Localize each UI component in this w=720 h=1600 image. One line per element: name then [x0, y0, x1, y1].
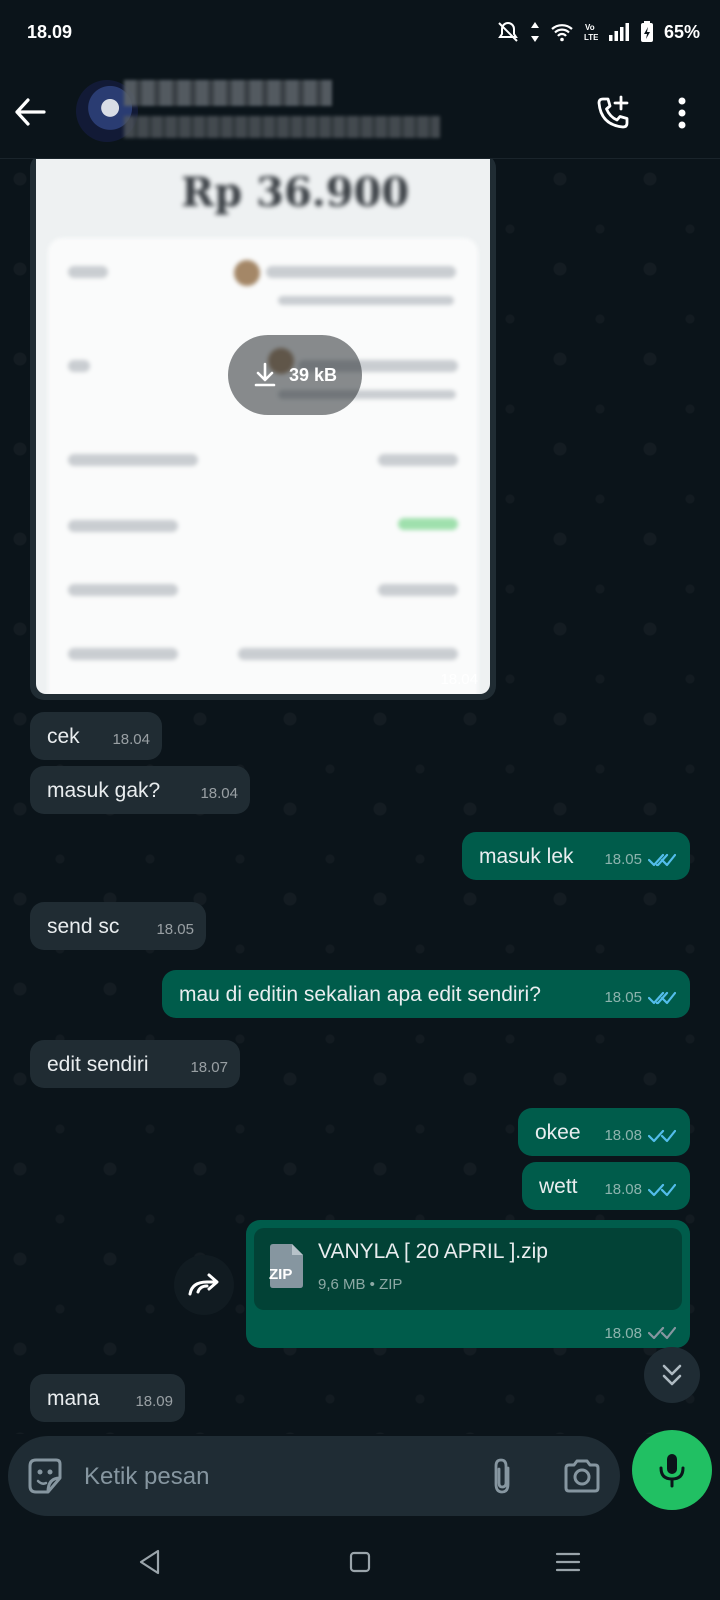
chat-header	[0, 68, 720, 159]
receipt-card	[48, 238, 478, 694]
message-bubble-incoming[interactable]: cek 18.04	[30, 712, 162, 760]
signal-icon	[608, 23, 629, 41]
system-navigation-bar	[0, 1524, 720, 1600]
volte-icon: VoLTE	[584, 23, 598, 42]
double-check-read-icon	[648, 1183, 676, 1197]
status-icons: Vo LTE 65%	[496, 20, 700, 44]
double-check-read-icon	[648, 853, 676, 867]
battery-icon	[640, 21, 653, 42]
file-name: VANYLA [ 20 APRIL ].zip	[318, 1240, 548, 1263]
arrow-left-icon	[15, 98, 46, 126]
forward-icon	[188, 1273, 219, 1296]
sticker-button[interactable]	[26, 1456, 66, 1496]
message-time: 18.05	[604, 847, 676, 873]
image-message-time: 18.04	[440, 671, 478, 688]
message-bubble-incoming[interactable]: masuk gak? 18.04	[30, 766, 250, 814]
camera-button[interactable]	[560, 1454, 604, 1498]
message-text: mana	[47, 1387, 100, 1410]
file-card[interactable]: ZIP VANYLA [ 20 APRIL ].zip 9,6 MB • ZIP	[254, 1228, 682, 1310]
message-bubble-incoming[interactable]: send sc 18.05	[30, 902, 206, 950]
contact-status-redacted	[124, 116, 440, 138]
back-button[interactable]	[10, 90, 50, 134]
more-vert-icon	[678, 97, 686, 129]
sticker-icon	[28, 1458, 62, 1494]
chevron-double-down-icon	[662, 1364, 682, 1386]
message-time: 18.04	[112, 731, 150, 748]
chat-area[interactable]: Rp 36.900 18.04 39 kB cek 18.04 masuk ga…	[0, 159, 720, 1434]
add-call-button[interactable]	[590, 90, 636, 136]
scroll-to-bottom-button[interactable]	[644, 1347, 700, 1403]
forward-button[interactable]	[174, 1255, 234, 1315]
paperclip-icon	[494, 1458, 510, 1494]
attach-button[interactable]	[482, 1456, 522, 1496]
message-text: masuk gak?	[47, 779, 161, 802]
svg-text:Vo: Vo	[585, 23, 595, 32]
nav-home-button[interactable]	[342, 1544, 378, 1580]
more-options-button[interactable]	[660, 90, 704, 136]
bell-off-icon	[498, 21, 518, 42]
download-image-button[interactable]: 39 kB	[228, 335, 362, 415]
file-info: 9,6 MB • ZIP	[318, 1276, 403, 1293]
message-text: wett	[539, 1175, 578, 1198]
wifi-icon	[551, 24, 573, 42]
message-time: 18.08	[604, 1324, 676, 1342]
message-time: 18.07	[190, 1059, 228, 1076]
add-call-icon	[597, 95, 629, 129]
message-time: 18.05	[156, 921, 194, 938]
message-bubble-outgoing[interactable]: okee 18.08	[518, 1108, 690, 1156]
download-icon	[254, 362, 276, 387]
status-bar: 18.09 Vo LTE 65%	[0, 0, 720, 68]
download-size: 39 kB	[288, 364, 338, 385]
microphone-icon	[659, 1454, 685, 1488]
message-text: okee	[535, 1121, 581, 1144]
message-input[interactable]	[82, 1456, 466, 1498]
file-message[interactable]: ZIP VANYLA [ 20 APRIL ].zip 9,6 MB • ZIP…	[246, 1220, 690, 1348]
zip-label: ZIP	[269, 1266, 293, 1283]
message-time: 18.04	[200, 785, 238, 802]
battery-percent: 65%	[663, 21, 700, 42]
message-bubble-incoming[interactable]: edit sendiri 18.07	[30, 1040, 240, 1088]
double-check-read-icon	[648, 991, 676, 1005]
nav-back-button[interactable]	[132, 1544, 168, 1580]
message-composer	[0, 1430, 720, 1524]
message-text: mau di editin sekalian apa edit sendiri?	[179, 983, 541, 1006]
svg-text:LTE: LTE	[584, 33, 598, 42]
message-text: masuk lek	[479, 845, 574, 868]
data-arrows-icon	[530, 22, 539, 42]
image-message[interactable]: Rp 36.900 18.04 39 kB	[30, 159, 496, 700]
contact-name-redacted[interactable]	[124, 80, 332, 106]
message-bubble-incoming[interactable]: mana 18.09	[30, 1374, 185, 1422]
message-text: send sc	[47, 915, 120, 938]
message-time: 18.08	[604, 1177, 676, 1203]
message-bubble-outgoing[interactable]: masuk lek 18.05	[462, 832, 690, 880]
receipt-amount: Rp 36.900	[181, 169, 410, 216]
double-check-read-icon	[648, 1129, 676, 1143]
message-input-box[interactable]	[8, 1436, 620, 1516]
nav-recents-icon	[555, 1552, 581, 1572]
message-time: 18.05	[604, 985, 676, 1011]
nav-recents-button[interactable]	[550, 1544, 586, 1580]
voice-message-button[interactable]	[632, 1430, 712, 1510]
message-text: cek	[47, 725, 80, 748]
message-text: edit sendiri	[47, 1053, 149, 1076]
camera-icon	[564, 1459, 600, 1493]
nav-back-icon	[139, 1549, 160, 1575]
message-bubble-outgoing[interactable]: mau di editin sekalian apa edit sendiri?…	[162, 970, 690, 1018]
message-time: 18.08	[604, 1123, 676, 1149]
status-time: 18.09	[27, 22, 73, 42]
message-bubble-outgoing[interactable]: wett 18.08	[522, 1162, 690, 1210]
nav-home-icon	[349, 1551, 371, 1573]
double-check-delivered-icon	[648, 1326, 676, 1340]
blurred-receipt-image: Rp 36.900 18.04	[36, 159, 490, 694]
message-time: 18.09	[135, 1393, 173, 1410]
